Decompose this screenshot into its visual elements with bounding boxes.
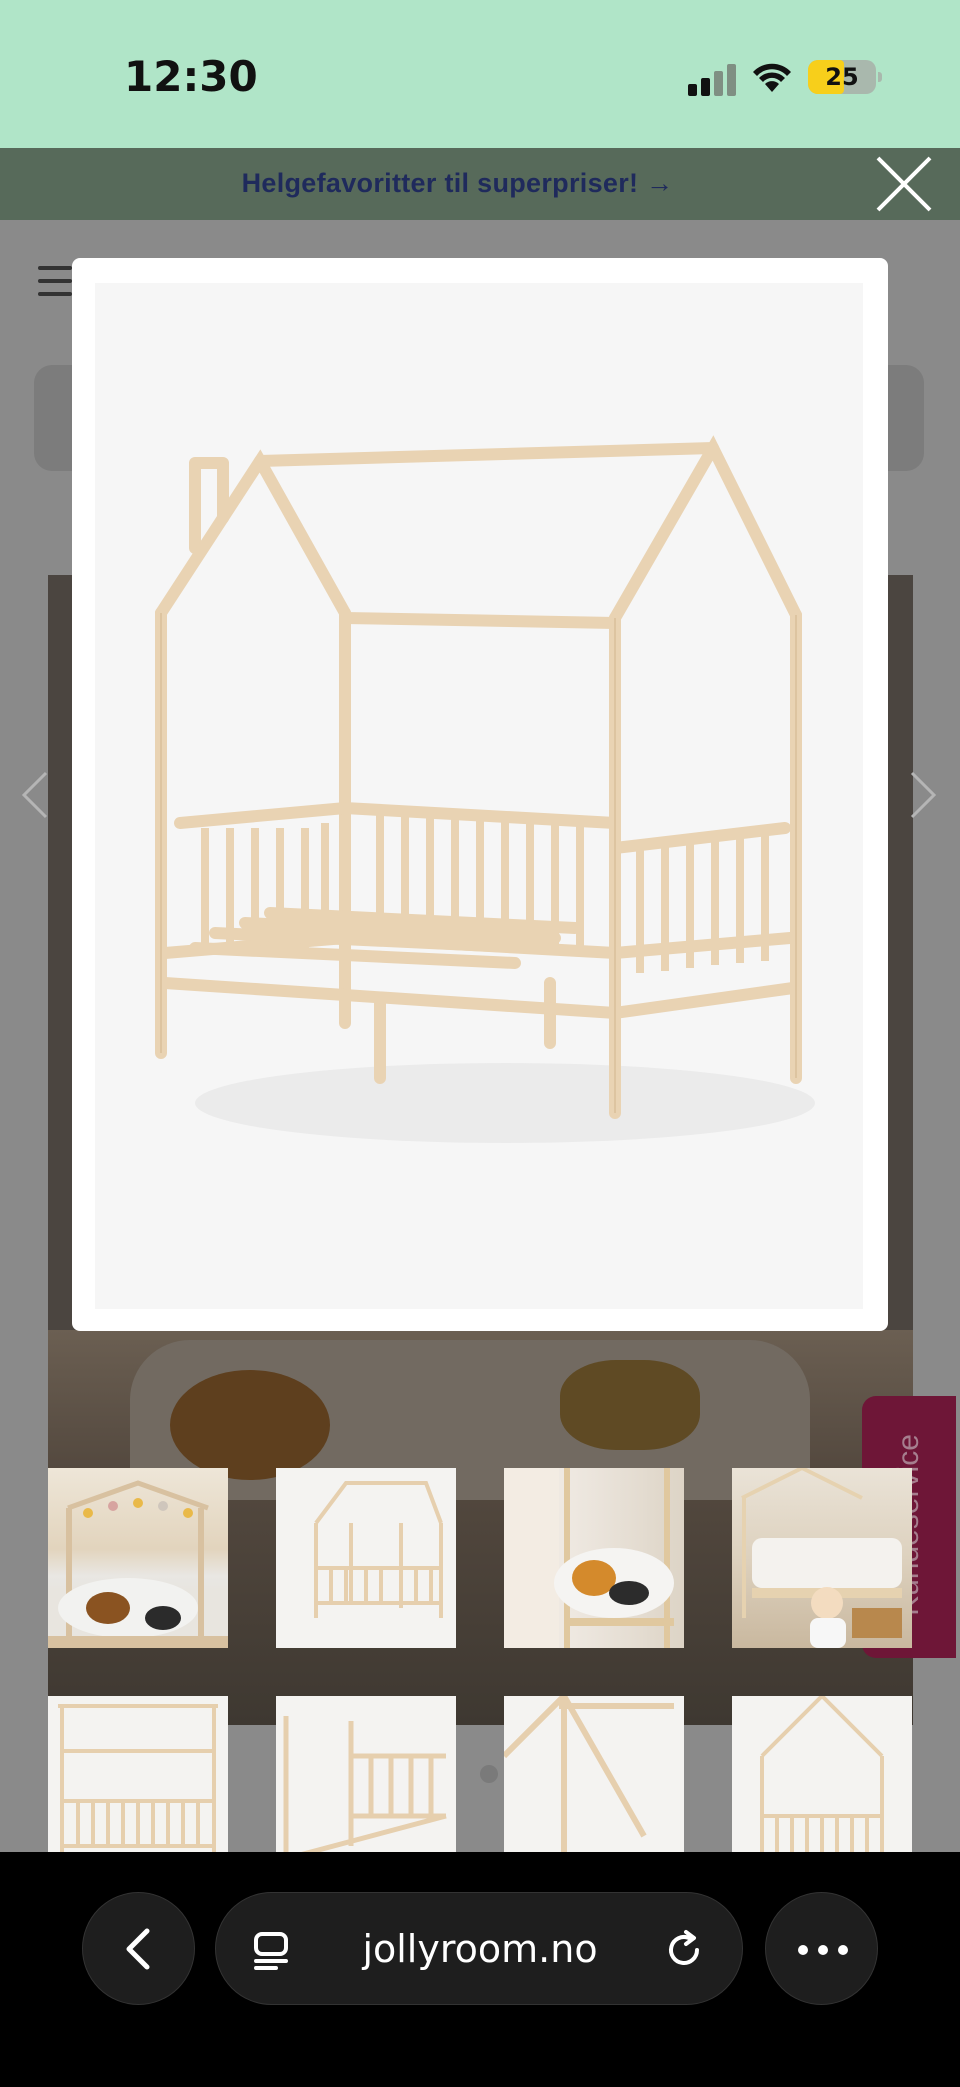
prev-image-chevron-left-icon[interactable] [20,770,50,820]
address-bar[interactable]: jollyroom.no [215,1892,743,2005]
thumbnail-1[interactable] [48,1468,228,1648]
close-icon[interactable] [872,152,936,216]
hero-toy [560,1360,700,1450]
battery-icon: 25 [808,60,882,94]
chevron-left-icon [126,1928,150,1970]
thumbnail-8[interactable] [732,1696,912,1852]
more-icon [766,1893,879,2006]
thumbnail-6[interactable] [276,1696,456,1852]
next-image-chevron-right-icon[interactable] [908,770,938,820]
thumbnail-3[interactable] [504,1468,684,1648]
status-bar: 12:30 25 [0,0,960,148]
hamburger-icon[interactable] [38,266,72,296]
back-button[interactable] [82,1892,195,2005]
more-button[interactable] [765,1892,878,2005]
battery-level: 25 [825,63,859,91]
reload-icon[interactable] [664,1929,706,1971]
cellular-signal-icon [688,64,736,96]
wifi-icon [753,63,791,92]
thumbnail-2[interactable] [276,1468,456,1648]
status-time: 12:30 [124,52,258,101]
modal-product-image [95,283,863,1309]
thumbnail-5[interactable] [48,1696,228,1852]
promo-link[interactable]: Helgefavoritter til superpriser! → [0,168,915,199]
thumbnail-7[interactable] [504,1696,684,1852]
hero-blanket-print [170,1370,330,1480]
promo-banner[interactable]: Helgefavoritter til superpriser! → [0,148,960,220]
thumbnail-4[interactable] [732,1468,912,1648]
